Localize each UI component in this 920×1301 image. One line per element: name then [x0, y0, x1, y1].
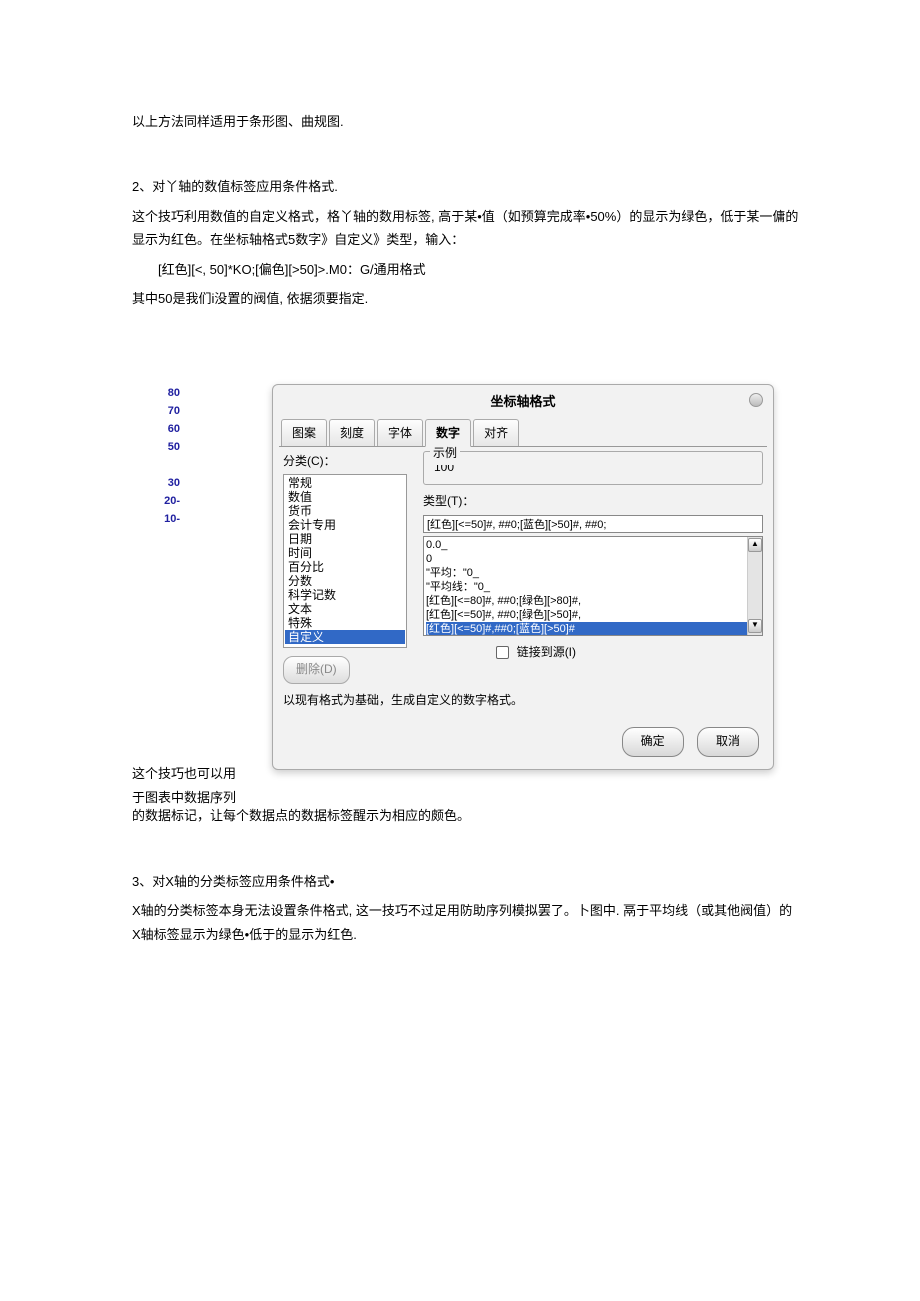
- scroll-down-icon[interactable]: ▼: [748, 619, 762, 633]
- cancel-button[interactable]: 取消: [697, 727, 759, 757]
- sec2-title: 2、对丫轴的数值标签应用条件格式.: [132, 175, 800, 198]
- ytick: 60: [132, 420, 180, 438]
- below-line2: 于图表中数据序列: [132, 786, 262, 809]
- type-item[interactable]: [红色][<=80]#, ##0;[绿色][>80]#,: [426, 594, 760, 608]
- link-label: 链接到源(I): [517, 645, 576, 659]
- cat-item[interactable]: 日期: [285, 532, 405, 546]
- cat-item[interactable]: 科学记数: [285, 588, 405, 602]
- category-label: 分类(C)：: [283, 451, 423, 473]
- cat-item[interactable]: 数值: [285, 490, 405, 504]
- sec2-p2: 其中50是我们i没置的阀值, 依据须要指定.: [132, 287, 800, 310]
- type-label: 类型(T)：: [423, 491, 763, 513]
- tab-pattern[interactable]: 图案: [281, 419, 327, 447]
- link-to-source-row: 链接到源(I): [423, 642, 763, 664]
- dialog-tabs: 图案 刻度 字体 数字 对齐: [279, 419, 767, 448]
- link-checkbox[interactable]: [496, 646, 509, 659]
- tab-scale[interactable]: 刻度: [329, 419, 375, 447]
- cat-item[interactable]: 文本: [285, 602, 405, 616]
- example-value: 100: [430, 455, 756, 481]
- type-list[interactable]: 0.0_ 0 "平均："0_ "平均线："0_ [红色][<=80]#, ##0…: [423, 536, 763, 636]
- cat-item[interactable]: 货币: [285, 504, 405, 518]
- cat-item[interactable]: 时间: [285, 546, 405, 560]
- ytick: [132, 456, 180, 474]
- cat-item[interactable]: 百分比: [285, 560, 405, 574]
- cat-item[interactable]: 分数: [285, 574, 405, 588]
- ytick: 80: [132, 384, 180, 402]
- y-axis-ticks: 80 70 60 50 30 20- 10-: [132, 384, 180, 528]
- type-item[interactable]: 0: [426, 552, 760, 566]
- sec2-p1: 这个技巧利用数值的自定义格式，格丫轴的数用标签, 高于某•值（如预算完成率•50…: [132, 205, 800, 252]
- tab-font[interactable]: 字体: [377, 419, 423, 447]
- type-item[interactable]: "平均："0_: [426, 566, 760, 580]
- example-fieldset: 示例 100: [423, 451, 763, 485]
- ytick: 50: [132, 438, 180, 456]
- type-item-selected[interactable]: [红色][<=50]#,##0;[蓝色][>50]#: [426, 622, 760, 636]
- below-line1: 这个技巧也可以用: [132, 762, 262, 785]
- ytick: 20-: [132, 492, 180, 510]
- cat-item[interactable]: 会计专用: [285, 518, 405, 532]
- scroll-up-icon[interactable]: ▲: [748, 538, 762, 552]
- type-item[interactable]: "平均线："0_: [426, 580, 760, 594]
- type-input[interactable]: [423, 515, 763, 533]
- dialog-corner-icon[interactable]: [749, 393, 763, 407]
- dialog-title-text: 坐标轴格式: [490, 394, 555, 409]
- sec3-p1: X轴的分类标签本身无法设置条件格式, 这一技巧不过足用防助序列模拟罢了。卜图中.…: [132, 899, 800, 946]
- delete-button[interactable]: 删除(D): [283, 656, 350, 684]
- dialog-hint: 以现有格式为基础，生成自定义的数字格式。: [273, 688, 773, 722]
- ytick: 70: [132, 402, 180, 420]
- sec2-code: [红色][<, 50]*KO;[偏色][>50]>.M0：G/通用格式: [132, 258, 800, 281]
- dialog-title: 坐标轴格式: [273, 385, 773, 416]
- example-label: 示例: [430, 443, 460, 465]
- cat-item[interactable]: 常规: [285, 476, 405, 490]
- wrap-text-left: 这个技巧也可以用 于图表中数据序列: [132, 762, 262, 809]
- type-item[interactable]: [红色][<=50]#, ##0;[绿色][>50]#,: [426, 608, 760, 622]
- sec3-title: 3、对X轴的分类标签应用条件格式•: [132, 870, 800, 893]
- cat-item[interactable]: 特殊: [285, 616, 405, 630]
- intro-text: 以上方法同样适用于条形图、曲规图.: [132, 110, 800, 133]
- axis-format-dialog: 坐标轴格式 图案 刻度 字体 数字 对齐 分类(C)： 常规 数值: [272, 384, 774, 769]
- ytick: 10-: [132, 510, 180, 528]
- ytick: 30: [132, 474, 180, 492]
- tab-align[interactable]: 对齐: [473, 419, 519, 447]
- category-list[interactable]: 常规 数值 货币 会计专用 日期 时间 百分比 分数 科学记数 文本 特殊 自定…: [283, 474, 407, 648]
- figure-area: 80 70 60 50 30 20- 10- 坐标轴格式 图案 刻度 字体 数字: [132, 384, 800, 804]
- cat-item-selected[interactable]: 自定义: [285, 630, 405, 644]
- scrollbar[interactable]: ▲ ▼: [747, 537, 762, 635]
- type-item[interactable]: 0.0_: [426, 538, 760, 552]
- ok-button[interactable]: 确定: [622, 727, 684, 757]
